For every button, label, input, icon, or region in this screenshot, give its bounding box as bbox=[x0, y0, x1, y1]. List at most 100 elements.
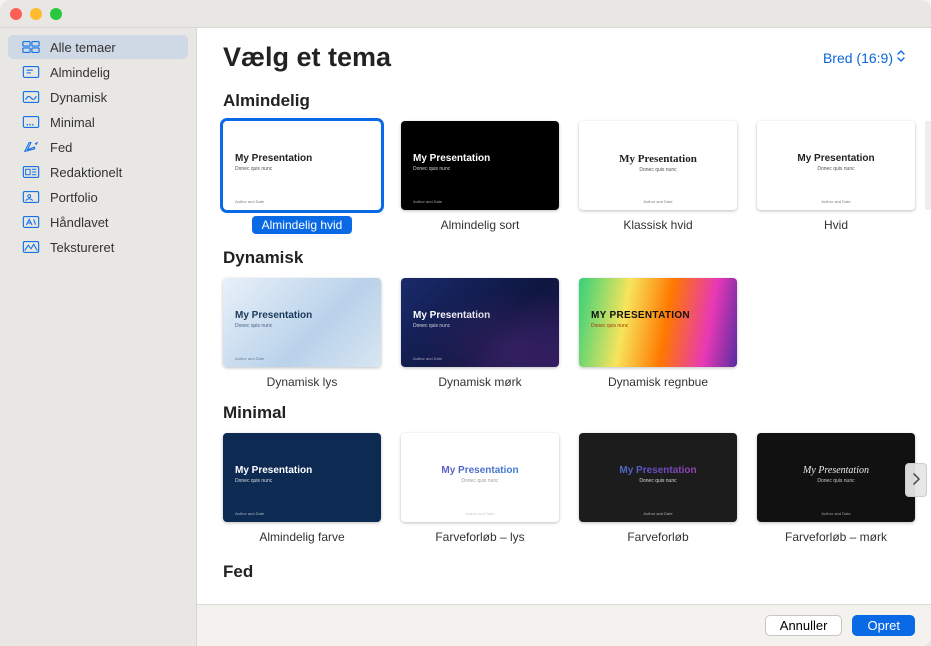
theme-thumbnail[interactable]: My Presentation Donec quis nunc Author a… bbox=[401, 433, 559, 522]
theme-thumbnail[interactable]: My Presentation Donec quis nunc Author a… bbox=[757, 433, 915, 522]
sidebar-item-textured[interactable]: Tekstureret bbox=[8, 235, 188, 259]
minimize-window-button[interactable] bbox=[30, 8, 42, 20]
body: Alle temaer Almindelig Dynamisk Minimal bbox=[0, 28, 931, 646]
header: Vælg et tema Bred (16:9) bbox=[197, 28, 931, 77]
sidebar-item-label: Tekstureret bbox=[50, 240, 114, 255]
slide-author: Author and Date bbox=[413, 356, 442, 361]
slide-author: Author and Date bbox=[235, 199, 264, 204]
slide-title: My Presentation bbox=[579, 465, 737, 476]
bold-icon bbox=[22, 139, 40, 155]
slide-subtitle: Donec quis nunc bbox=[757, 166, 915, 172]
theme-gradient-dark[interactable]: My Presentation Donec quis nunc Author a… bbox=[757, 433, 915, 544]
theme-thumbnail[interactable]: My Presentation Donec quis nunc Author a… bbox=[579, 433, 737, 522]
theme-label: Almindelig sort bbox=[441, 218, 520, 232]
theme-scroll-area[interactable]: Almindelig My Presentation Donec quis nu… bbox=[197, 77, 931, 604]
sidebar-item-bold[interactable]: Fed bbox=[8, 135, 188, 159]
theme-label: Farveforløb – mørk bbox=[785, 530, 887, 544]
slide-title: My Presentation bbox=[413, 153, 490, 164]
zoom-window-button[interactable] bbox=[50, 8, 62, 20]
theme-label: Dynamisk regnbue bbox=[608, 375, 708, 389]
sidebar-item-all-themes[interactable]: Alle temaer bbox=[8, 35, 188, 59]
cancel-button[interactable]: Annuller bbox=[765, 615, 843, 636]
portfolio-icon bbox=[22, 189, 40, 205]
sidebar-item-label: Håndlavet bbox=[50, 215, 109, 230]
slide-author: Author and Date bbox=[401, 511, 559, 516]
theme-row-minimal: My Presentation Donec quis nunc Author a… bbox=[223, 433, 905, 544]
slide-author: Author and Date bbox=[757, 511, 915, 516]
chevron-updown-icon bbox=[897, 50, 905, 65]
theme-thumbnail[interactable]: My Presentation Donec quis nunc Author a… bbox=[223, 121, 381, 210]
theme-dynamic-dark[interactable]: My Presentation Donec quis nunc Author a… bbox=[401, 278, 559, 389]
slide-subtitle: Donec quis nunc bbox=[413, 323, 490, 329]
create-button[interactable]: Opret bbox=[852, 615, 915, 636]
sidebar-item-dynamic[interactable]: Dynamisk bbox=[8, 85, 188, 109]
sidebar-item-portfolio[interactable]: Portfolio bbox=[8, 185, 188, 209]
sidebar-item-craft[interactable]: Håndlavet bbox=[8, 210, 188, 234]
slide-title: My Presentation bbox=[579, 153, 737, 165]
craft-icon bbox=[22, 214, 40, 230]
theme-basic-black[interactable]: My Presentation Donec quis nunc Author a… bbox=[401, 121, 559, 234]
page-title: Vælg et tema bbox=[223, 42, 391, 73]
theme-thumbnail[interactable]: My Presentation Donec quis nunc Author a… bbox=[757, 121, 915, 210]
slide-subtitle: Donec quis nunc bbox=[235, 478, 312, 484]
slide-subtitle: Donec quis nunc bbox=[235, 323, 312, 329]
slide-subtitle: Donec quis nunc bbox=[579, 478, 737, 484]
theme-thumbnail[interactable]: My Presentation Donec quis nunc Author a… bbox=[401, 278, 559, 367]
theme-row-basic: My Presentation Donec quis nunc Author a… bbox=[223, 121, 905, 234]
slide-title: My Presentation bbox=[757, 153, 915, 164]
slide-subtitle: Donec quis nunc bbox=[235, 166, 312, 172]
footer: Annuller Opret bbox=[197, 604, 931, 646]
theme-thumbnail[interactable]: My Presentation Donec quis nunc Author a… bbox=[223, 433, 381, 522]
slide-subtitle: Donec quis nunc bbox=[401, 478, 559, 484]
sidebar-item-minimal[interactable]: Minimal bbox=[8, 110, 188, 134]
theme-basic-color[interactable]: My Presentation Donec quis nunc Author a… bbox=[223, 433, 381, 544]
sidebar-item-label: Fed bbox=[50, 140, 72, 155]
sidebar: Alle temaer Almindelig Dynamisk Minimal bbox=[0, 28, 197, 646]
all-themes-icon bbox=[22, 39, 40, 55]
section-title-bold: Fed bbox=[223, 562, 905, 582]
slide-subtitle: Donec quis nunc bbox=[579, 167, 737, 173]
theme-dynamic-light[interactable]: My Presentation Donec quis nunc Author a… bbox=[223, 278, 381, 389]
theme-label: Klassisk hvid bbox=[623, 218, 692, 232]
aspect-ratio-selector[interactable]: Bred (16:9) bbox=[823, 50, 905, 66]
theme-basic-white[interactable]: My Presentation Donec quis nunc Author a… bbox=[223, 121, 381, 234]
sidebar-item-label: Almindelig bbox=[50, 65, 110, 80]
sidebar-item-editorial[interactable]: Redaktionelt bbox=[8, 160, 188, 184]
theme-thumbnail[interactable]: MY PRESENTATION Donec quis nunc bbox=[579, 278, 737, 367]
row-next-button[interactable] bbox=[905, 463, 927, 497]
theme-label: Dynamisk mørk bbox=[438, 375, 521, 389]
slide-title: My Presentation bbox=[757, 465, 915, 476]
sidebar-item-basic[interactable]: Almindelig bbox=[8, 60, 188, 84]
theme-thumbnail[interactable]: My Presentation Donec quis nunc Author a… bbox=[579, 121, 737, 210]
theme-dynamic-rainbow[interactable]: MY PRESENTATION Donec quis nunc Dynamisk… bbox=[579, 278, 737, 389]
theme-classic-white[interactable]: My Presentation Donec quis nunc Author a… bbox=[579, 121, 737, 234]
theme-label: Farveforløb – lys bbox=[435, 530, 524, 544]
theme-row-dynamic: My Presentation Donec quis nunc Author a… bbox=[223, 278, 905, 389]
slide-author: Author and Date bbox=[579, 511, 737, 516]
slide-subtitle: Donec quis nunc bbox=[591, 323, 690, 329]
section-title-basic: Almindelig bbox=[223, 91, 905, 111]
main: Vælg et tema Bred (16:9) Almindelig bbox=[197, 28, 931, 646]
slide-title: My Presentation bbox=[235, 153, 312, 164]
theme-label: Dynamisk lys bbox=[267, 375, 338, 389]
sidebar-item-label: Dynamisk bbox=[50, 90, 107, 105]
theme-gradient-light[interactable]: My Presentation Donec quis nunc Author a… bbox=[401, 433, 559, 544]
slide-author: Author and Date bbox=[235, 511, 264, 516]
section-title-dynamic: Dynamisk bbox=[223, 248, 905, 268]
basic-icon bbox=[22, 64, 40, 80]
theme-white[interactable]: My Presentation Donec quis nunc Author a… bbox=[757, 121, 915, 234]
titlebar bbox=[0, 0, 931, 28]
slide-author: Author and Date bbox=[757, 199, 915, 204]
theme-gradient[interactable]: My Presentation Donec quis nunc Author a… bbox=[579, 433, 737, 544]
sidebar-item-label: Minimal bbox=[50, 115, 95, 130]
slide-title: My Presentation bbox=[413, 310, 490, 321]
theme-label: Hvid bbox=[824, 218, 848, 232]
theme-label: Almindelig farve bbox=[259, 530, 344, 544]
slide-author: Author and Date bbox=[413, 199, 442, 204]
theme-thumbnail[interactable]: My Presentation Donec quis nunc Author a… bbox=[401, 121, 559, 210]
theme-label: Farveforløb bbox=[627, 530, 688, 544]
close-window-button[interactable] bbox=[10, 8, 22, 20]
dynamic-icon bbox=[22, 89, 40, 105]
theme-thumbnail[interactable]: My Presentation Donec quis nunc Author a… bbox=[223, 278, 381, 367]
slide-author: Author and Date bbox=[579, 199, 737, 204]
